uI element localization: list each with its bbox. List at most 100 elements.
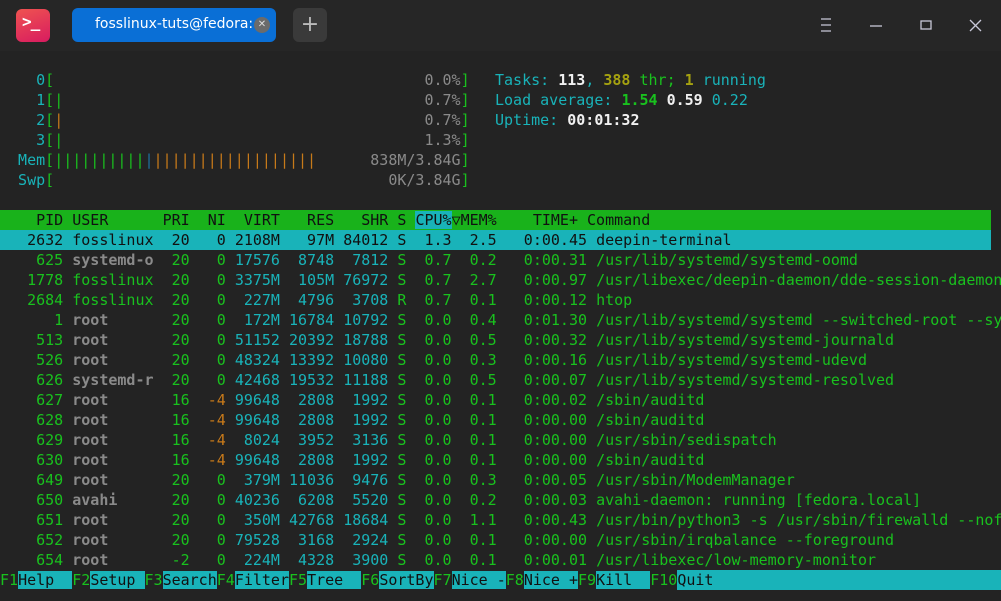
nice-cell: 0	[198, 351, 235, 369]
table-row[interactable]: 649 root 20 0 379M 11036 9476 S 0.0 0.3 …	[0, 470, 795, 490]
shr-cell: 3136	[343, 431, 398, 449]
function-key-label-f2[interactable]: Setup	[90, 571, 145, 589]
function-key-label-f6[interactable]: SortBy	[379, 571, 434, 589]
function-key-f5[interactable]: F5	[289, 571, 307, 589]
meter-value: 0.7%	[424, 111, 461, 129]
function-key-f8[interactable]: F8	[506, 571, 524, 589]
user-cell: root	[72, 331, 163, 349]
column-header-cpu[interactable]: CPU%	[415, 211, 452, 229]
column-header-mem[interactable]: MEM%	[461, 211, 506, 229]
close-icon[interactable]: ✕	[254, 17, 270, 33]
function-key-label-f1[interactable]: Help	[18, 571, 73, 589]
function-key-label-f7[interactable]: Nice -	[451, 571, 506, 589]
uptime-line: Uptime: 00:01:32	[495, 110, 640, 130]
pid-cell: 628	[0, 411, 73, 429]
tab-terminal[interactable]: fosslinux-tuts@fedora:~ ✕	[72, 8, 276, 42]
pid-cell: 1778	[0, 271, 73, 289]
user-cell: root	[72, 451, 163, 469]
table-row[interactable]: 626 systemd-r 20 0 42468 19532 11188 S 0…	[0, 370, 894, 390]
table-row[interactable]: 652 root 20 0 79528 3168 2924 S 0.0 0.1 …	[0, 530, 894, 550]
maximize-button[interactable]	[914, 13, 938, 37]
new-tab-button[interactable]: +	[293, 8, 327, 42]
nice-cell: 0	[198, 471, 235, 489]
res-cell: 97M	[289, 231, 344, 249]
table-row[interactable]: 627 root 16 -4 99648 2808 1992 S 0.0 0.1…	[0, 390, 704, 410]
nice-cell: 0	[198, 331, 235, 349]
separator: ,	[585, 71, 604, 89]
function-key-f2[interactable]: F2	[72, 571, 90, 589]
shr-cell: 2924	[343, 531, 398, 549]
table-row[interactable]: 1 root 20 0 172M 16784 10792 S 0.0 0.4 0…	[0, 310, 1001, 330]
uptime-label: Uptime:	[495, 111, 568, 129]
function-key-f3[interactable]: F3	[145, 571, 163, 589]
column-header-pri[interactable]: PRI	[163, 211, 199, 229]
virt-cell: 2108M	[234, 231, 289, 249]
table-row[interactable]: 650 avahi 20 0 40236 6208 5520 S 0.0 0.2…	[0, 490, 921, 510]
table-row[interactable]: 2684 fosslinux 20 0 227M 4796 3708 R 0.7…	[0, 290, 632, 310]
shr-cell: 11188	[343, 371, 398, 389]
meter-value: 0.7%	[424, 91, 461, 109]
user-cell: root	[72, 431, 163, 449]
column-header-time[interactable]: TIME+	[506, 211, 587, 229]
table-row[interactable]: 1778 fosslinux 20 0 3375M 105M 76972 S 0…	[0, 270, 1001, 290]
column-header-state[interactable]: S	[397, 211, 415, 229]
function-key-label-f9[interactable]: Kill	[596, 571, 651, 589]
terminal-app-icon[interactable]: >_	[16, 9, 50, 42]
minimize-button[interactable]	[864, 13, 888, 37]
virt-cell: 227M	[234, 291, 289, 309]
swap-meter: Swp[ 0K/3.84G]	[0, 170, 470, 190]
table-row[interactable]: 630 root 16 -4 99648 2808 1992 S 0.0 0.1…	[0, 450, 704, 470]
meter-fill	[63, 91, 424, 109]
terminal-area[interactable]: 0[ 0.0%] 1[| 0.7%] 2[| 0.7%] 3[| 1.3%] M…	[0, 51, 1001, 601]
running-label: running	[693, 71, 766, 89]
state-cell: S	[397, 351, 416, 369]
function-key-label-f4[interactable]: Filter	[234, 571, 289, 589]
res-cell: 2808	[289, 451, 344, 469]
function-key-f1[interactable]: F1	[0, 571, 18, 589]
column-header-shr[interactable]: SHR	[343, 211, 397, 229]
meter-fill	[63, 111, 424, 129]
load-average-line: Load average: 1.54 0.59 0.22	[495, 90, 748, 110]
table-row[interactable]: 2632 fosslinux 20 0 2108M 97M 84012 S 1.…	[0, 230, 991, 250]
function-key-f4[interactable]: F4	[217, 571, 235, 589]
cpu-cell: 0.0	[415, 371, 461, 389]
command-cell: /usr/bin/python3 -s /usr/sbin/firewalld …	[596, 511, 1001, 529]
cpu-cell: 0.7	[415, 291, 461, 309]
table-row[interactable]: 628 root 16 -4 99648 2808 1992 S 0.0 0.1…	[0, 410, 704, 430]
running-count: 1	[684, 71, 694, 89]
function-key-f9[interactable]: F9	[578, 571, 596, 589]
cpu-cell: 0.0	[415, 511, 461, 529]
process-table-header[interactable]: PID USER PRI NI VIRT RES SHR S CPU%▽MEM%…	[0, 210, 991, 230]
function-key-f7[interactable]: F7	[434, 571, 452, 589]
function-key-f10[interactable]: F10	[650, 571, 677, 589]
column-header-res[interactable]: RES	[289, 211, 343, 229]
table-row[interactable]: 526 root 20 0 48324 13392 10080 S 0.0 0.…	[0, 350, 867, 370]
function-key-label-f10[interactable]: Quit	[677, 570, 1001, 590]
state-cell: S	[397, 551, 416, 569]
menu-button[interactable]	[814, 13, 838, 37]
pid-cell: 2632	[0, 231, 73, 249]
table-row[interactable]: 654 root -2 0 224M 4328 3900 S 0.0 0.1 0…	[0, 550, 876, 570]
column-header-command[interactable]: Command	[587, 211, 650, 229]
column-header-virt[interactable]: VIRT	[235, 211, 289, 229]
meter-bar-blue: |	[144, 151, 154, 169]
close-window-button[interactable]	[963, 13, 987, 37]
mem-cell: 0.5	[460, 371, 506, 389]
table-row[interactable]: 513 root 20 0 51152 20392 18788 S 0.0 0.…	[0, 330, 894, 350]
res-cell: 4328	[289, 551, 344, 569]
table-row[interactable]: 625 systemd-o 20 0 17576 8748 7812 S 0.7…	[0, 250, 858, 270]
res-cell: 8748	[289, 251, 344, 269]
table-row[interactable]: 651 root 20 0 350M 42768 18684 S 0.0 1.1…	[0, 510, 1001, 530]
function-key-label-f5[interactable]: Tree	[307, 571, 362, 589]
load-5min: 0.59	[666, 91, 703, 109]
function-key-label-f3[interactable]: Search	[162, 571, 217, 589]
virt-cell: 224M	[234, 551, 289, 569]
command-cell: /usr/sbin/ModemManager	[596, 471, 795, 489]
column-header-ni[interactable]: NI	[199, 211, 235, 229]
column-header-user[interactable]: USER	[72, 211, 162, 229]
column-header-pid[interactable]: PID	[0, 211, 72, 229]
priority-cell: 20	[162, 271, 199, 289]
table-row[interactable]: 629 root 16 -4 8024 3952 3136 S 0.0 0.1 …	[0, 430, 777, 450]
function-key-f6[interactable]: F6	[361, 571, 379, 589]
function-key-label-f8[interactable]: Nice +	[523, 571, 578, 589]
